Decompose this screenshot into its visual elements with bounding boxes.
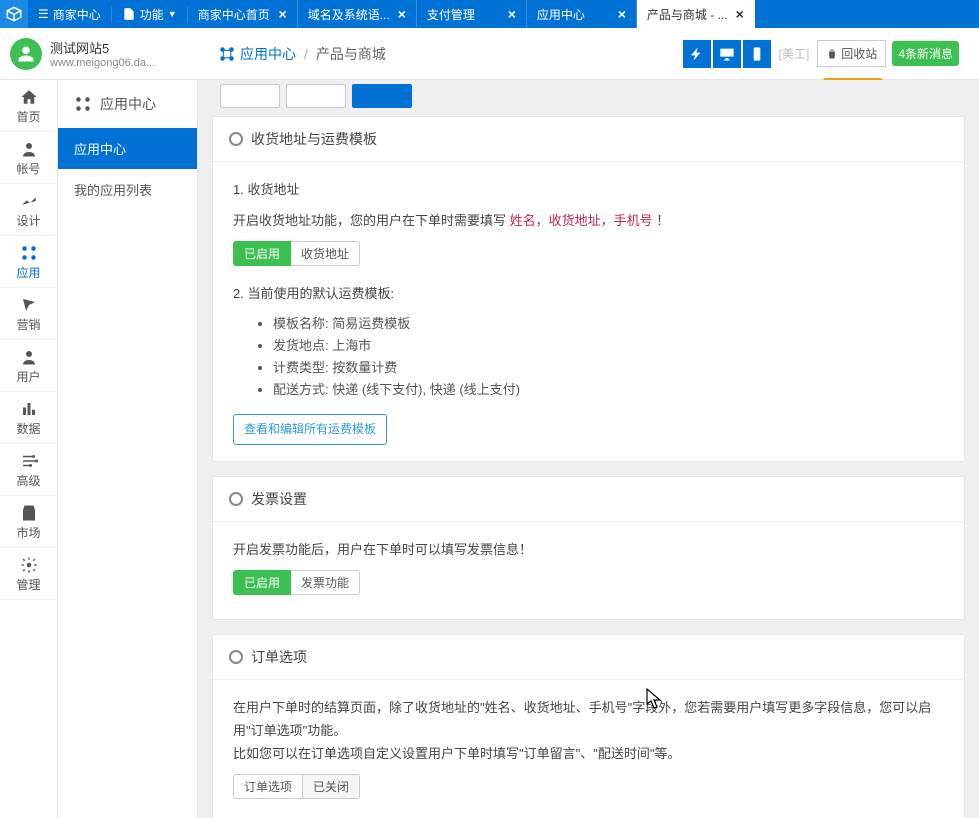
meigong-label: [美工] [777,45,812,62]
file-icon [122,7,136,21]
nav-marketing[interactable]: 营销 [0,288,57,340]
panel-header: 发票设置 [213,477,964,522]
nav-market[interactable]: 市场 [0,496,57,548]
tab-merchant-home[interactable]: 商家中心首页 × [188,0,298,28]
close-icon[interactable]: × [618,6,626,22]
message-badge[interactable]: 4条新消息 [892,41,959,66]
circle-icon [229,132,243,146]
trash-icon [826,48,838,60]
sub-tabs [212,80,965,116]
mobile-button[interactable] [743,40,771,68]
nav-design[interactable]: 设计 [0,184,57,236]
bolt-button[interactable] [683,40,711,68]
order-options-button[interactable]: 订单选项 [233,774,303,799]
cluster-icon [74,95,92,113]
tab-product-mall[interactable]: 产品与商城 - ... × [637,0,755,28]
sitebar: 测试网站5 www.meigong06.da... 应用中心 / 产品与商城 [… [0,28,979,80]
breadcrumb-current: 产品与商城 [316,44,386,64]
content-area: 收货地址与运费模板 1. 收货地址 开启收货地址功能，您的用户在下单时需要填写 … [198,80,979,818]
close-icon[interactable]: × [736,6,744,22]
cluster-icon [218,45,236,63]
close-icon[interactable]: × [398,6,406,22]
template-list: 模板名称: 简易运费模板 发货地点: 上海市 计费类型: 按数量计费 配送方式:… [233,313,944,401]
breadcrumb-link[interactable]: 应用中心 [218,44,296,64]
panel-shipping: 收货地址与运费模板 1. 收货地址 开启收货地址功能，您的用户在下单时需要填写 … [212,116,965,462]
nav-manage[interactable]: 管理 [0,548,57,600]
topbar: ☰ 商家中心 功能 ▼ 商家中心首页 × 域名及系统语... × 支付管理 × … [0,0,979,28]
list-item: 模板名称: 简易运费模板 [273,313,944,335]
nav-data[interactable]: 数据 [0,392,57,444]
site-name: 测试网站5 [50,38,188,57]
section-title: 1. 收货地址 [233,178,944,201]
section-title-2: 2. 当前使用的默认运费模板: [233,282,944,305]
list-item: 发货地点: 上海市 [273,335,944,357]
site-domain: www.meigong06.da... [50,57,188,69]
enabled-badge[interactable]: 已启用 [233,570,291,595]
avatar[interactable] [10,38,42,70]
close-icon[interactable]: × [508,6,516,22]
shipping-address-button[interactable]: 收货地址 [291,241,360,266]
circle-icon [229,492,243,506]
secondary-nav: 应用中心 应用中心 我的应用列表 [58,80,198,818]
panel-header: 订单选项 [213,635,964,680]
subtab-2[interactable] [286,84,346,108]
subtab-1[interactable] [220,84,280,108]
section-desc: 开启收货地址功能，您的用户在下单时需要填写 姓名，收货地址，手机号 ！ [233,209,944,232]
nav-account[interactable]: 帐号 [0,132,57,184]
section-desc-1: 在用户下单时的结算页面，除了收货地址的"姓名、收货地址、手机号"字段外，您若需要… [233,696,944,743]
view-templates-link[interactable]: 查看和编辑所有运费模板 [233,414,387,446]
breadcrumb: 应用中心 / 产品与商城 [218,44,386,64]
caret-down-icon: ▼ [168,9,177,19]
logo-icon[interactable] [0,0,28,28]
nav-app[interactable]: 应用 [0,236,57,288]
tab-payment[interactable]: 支付管理 × [417,0,527,28]
close-icon[interactable]: × [279,6,287,22]
secondary-header: 应用中心 [58,80,197,128]
functions-menu[interactable]: 功能 ▼ [112,6,188,23]
panel-order-options: 订单选项 在用户下单时的结算页面，除了收货地址的"姓名、收货地址、手机号"字段外… [212,634,965,818]
subtab-3-active[interactable] [352,84,412,108]
invoice-button[interactable]: 发票功能 [291,570,360,595]
sidebar-item-app-center[interactable]: 应用中心 [58,128,197,169]
tab-domain-lang[interactable]: 域名及系统语... × [298,0,417,28]
list-item: 配送方式: 快递 (线下支付), 快递 (线上支付) [273,379,944,401]
tab-app-center[interactable]: 应用中心 × [527,0,637,28]
hamburger-icon: ☰ [38,7,49,21]
merchant-center-menu[interactable]: ☰ 商家中心 [28,6,112,23]
recycle-button[interactable]: 回收站 [817,40,886,67]
enabled-badge[interactable]: 已启用 [233,241,291,266]
primary-nav: 首页 帐号 设计 应用 营销 用户 数据 高级 市场 管理 [0,80,58,818]
desktop-button[interactable] [713,40,741,68]
nav-advanced[interactable]: 高级 [0,444,57,496]
section-desc-2: 比如您可以在订单选项自定义设置用户下单时填写"订单留言"、"配送时间"等。 [233,742,944,765]
panel-header: 收货地址与运费模板 [213,117,964,162]
list-item: 计费类型: 按数量计费 [273,357,944,379]
nav-home[interactable]: 首页 [0,80,57,132]
nav-user[interactable]: 用户 [0,340,57,392]
closed-badge[interactable]: 已关闭 [303,774,360,799]
circle-icon [229,650,243,664]
sidebar-item-my-apps[interactable]: 我的应用列表 [58,169,197,210]
section-desc: 开启发票功能后，用户在下单时可以填写发票信息！ [233,538,944,561]
panel-invoice: 发票设置 开启发票功能后，用户在下单时可以填写发票信息！ 已启用 发票功能 [212,476,965,619]
